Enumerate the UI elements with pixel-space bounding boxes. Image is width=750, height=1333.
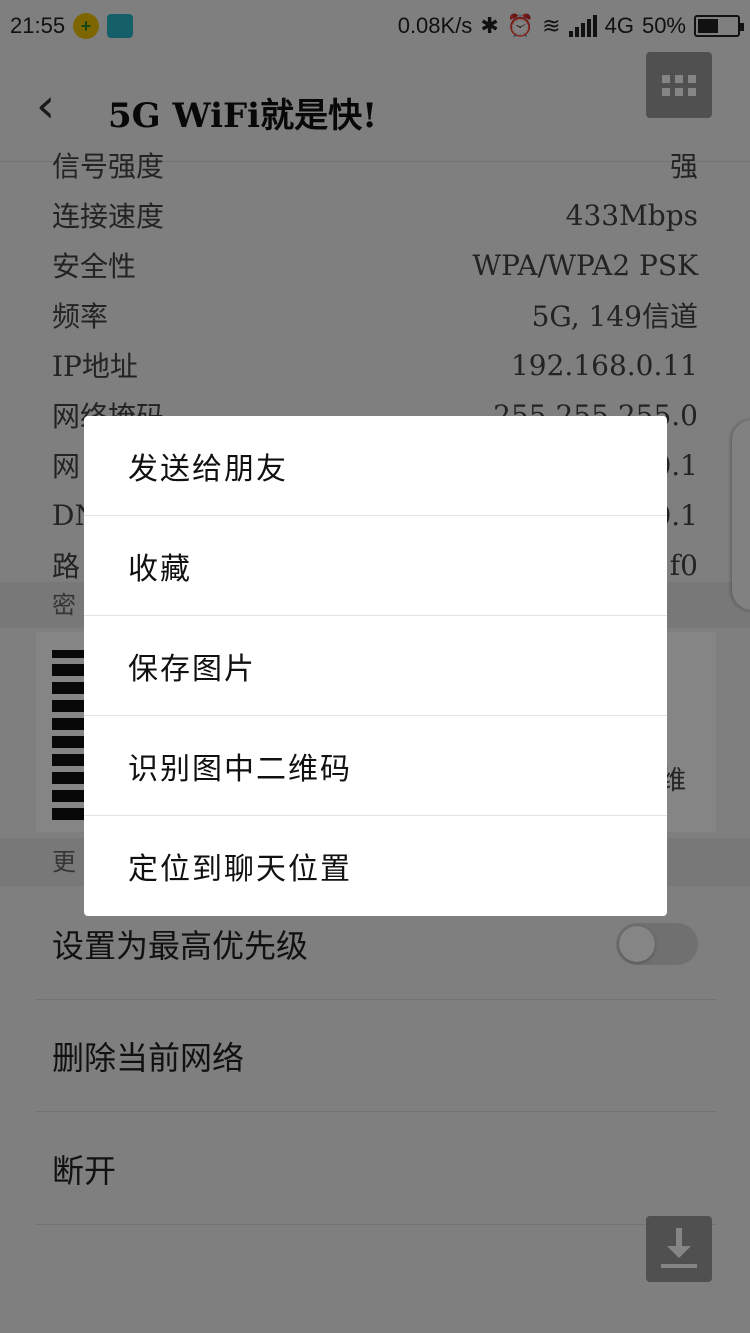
menu-item-save-image[interactable]: 保存图片 xyxy=(84,616,667,716)
context-menu-dialog: 发送给朋友 收藏 保存图片 识别图中二维码 定位到聊天位置 xyxy=(84,416,667,916)
menu-item-send-to-friend[interactable]: 发送给朋友 xyxy=(84,416,667,516)
menu-item-scan-qr[interactable]: 识别图中二维码 xyxy=(84,716,667,816)
menu-item-locate-in-chat[interactable]: 定位到聊天位置 xyxy=(84,816,667,916)
menu-item-favorite[interactable]: 收藏 xyxy=(84,516,667,616)
